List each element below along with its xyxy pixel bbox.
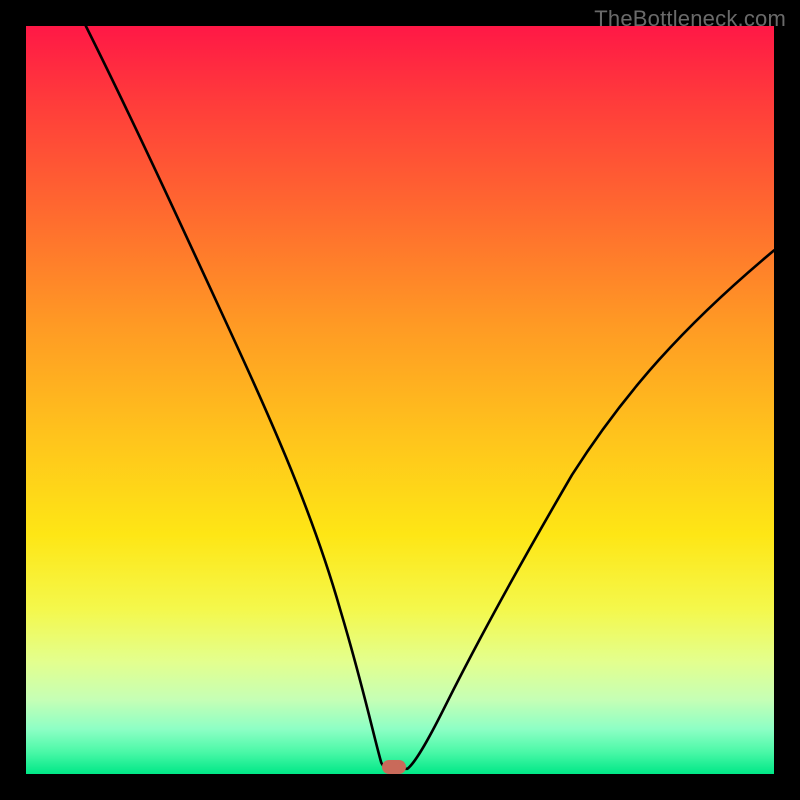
optimal-point-marker	[382, 760, 406, 774]
chart-frame: TheBottleneck.com	[0, 0, 800, 800]
curve-path	[86, 26, 774, 769]
bottleneck-curve	[26, 26, 774, 774]
chart-plot-area	[26, 26, 774, 774]
watermark-text: TheBottleneck.com	[594, 6, 786, 32]
